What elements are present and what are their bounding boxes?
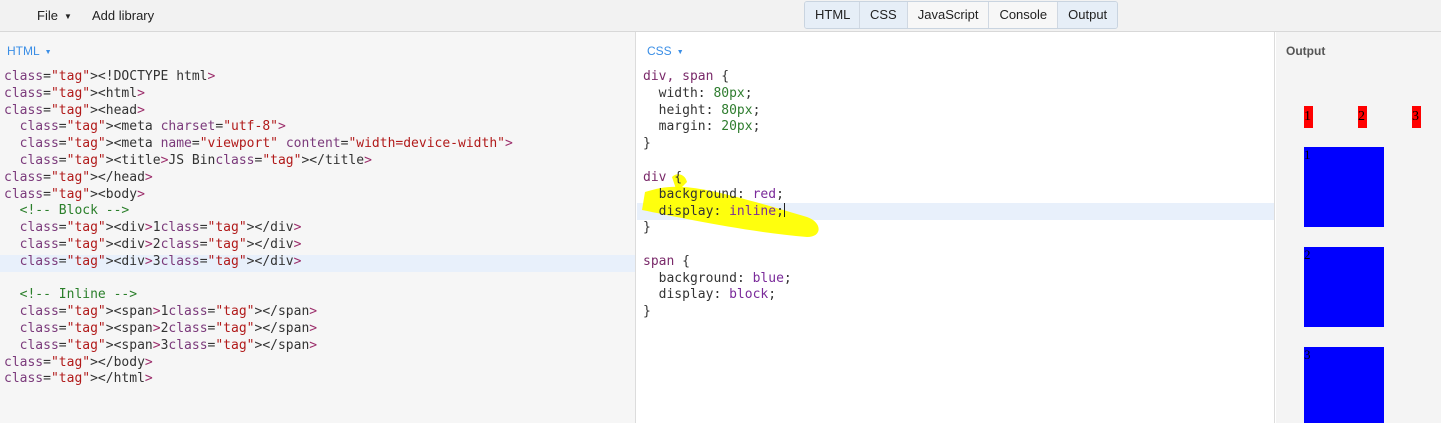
code-line: class="tag"></html> xyxy=(4,371,153,387)
caret-down-icon: ▼ xyxy=(44,49,52,56)
code-line: class="tag"><span>2class="tag"></span> xyxy=(19,320,318,336)
caret-down-icon: ▼ xyxy=(63,12,72,21)
tab-html[interactable]: HTML xyxy=(805,2,860,28)
output-panel: Output 1 2 3 1 2 3 xyxy=(1276,32,1441,423)
code-line: class="tag"><div>2class="tag"></div> xyxy=(19,236,302,252)
code-line: class="tag"><meta name="viewport" conten… xyxy=(19,136,513,152)
top-toolbar: File ▼ Add library HTML CSS JavaScript Co… xyxy=(0,0,1441,32)
code-line: background: blue; xyxy=(658,270,792,286)
code-line: span { xyxy=(643,253,690,269)
code-line: } xyxy=(643,136,651,152)
code-line: width: 80px; xyxy=(658,85,753,101)
code-line: background: red; xyxy=(658,186,784,202)
code-line: margin: 20px; xyxy=(658,119,761,135)
code-line: class="tag"><div>3class="tag"></div> xyxy=(19,253,302,269)
html-panel: HTML ▼ class="tag"><!DOCTYPE html> class="… xyxy=(0,32,636,423)
code-line: div { xyxy=(643,169,683,185)
code-line: height: 80px; xyxy=(658,102,761,118)
code-line: class="tag"><div>1class="tag"></div> xyxy=(19,220,302,236)
file-menu-label: File xyxy=(37,8,58,23)
tab-console[interactable]: Console xyxy=(989,2,1059,28)
code-line: class="tag"><!DOCTYPE html> xyxy=(4,69,216,84)
code-line: <!-- Inline --> xyxy=(19,287,138,303)
css-panel: CSS ▼ div, span { width: 80px; height: 80… xyxy=(637,32,1275,423)
add-library-button[interactable]: Add library xyxy=(92,0,154,31)
css-panel-title[interactable]: CSS ▼ xyxy=(647,44,684,58)
code-line: class="tag"><span>3class="tag"></span> xyxy=(19,337,318,353)
code-line: } xyxy=(643,304,651,320)
code-line: class="tag"><title>JS Binclass="tag"></t… xyxy=(19,152,372,168)
tab-css[interactable]: CSS xyxy=(860,2,908,28)
output-block-span: 1 xyxy=(1304,147,1384,227)
html-editor[interactable]: class="tag"><!DOCTYPE html> class="tag"><… xyxy=(4,69,513,388)
output-block-span: 2 xyxy=(1304,247,1384,327)
html-panel-title[interactable]: HTML ▼ xyxy=(7,44,52,58)
code-line: <!-- Block --> xyxy=(19,203,130,219)
code-line: class="tag"><html> xyxy=(4,85,145,101)
code-line: class="tag"><meta charset="utf-8"> xyxy=(19,119,286,135)
code-line: class="tag"></head> xyxy=(4,169,153,185)
output-panel-title: Output xyxy=(1286,44,1326,58)
code-line: } xyxy=(643,220,651,236)
code-line: class="tag"><body> xyxy=(4,186,145,202)
html-panel-label: HTML xyxy=(7,44,40,58)
file-menu[interactable]: File ▼ xyxy=(37,0,72,31)
output-inline-div: 3 xyxy=(1412,106,1421,128)
code-line: display: inline; xyxy=(658,203,785,220)
tab-output[interactable]: Output xyxy=(1058,2,1118,28)
code-line: class="tag"></body> xyxy=(4,354,153,370)
code-line: class="tag"><head> xyxy=(4,102,145,118)
output-canvas: 1 2 3 1 2 3 xyxy=(1276,72,1441,423)
code-line: class="tag"><span>1class="tag"></span> xyxy=(19,304,318,320)
caret-down-icon: ▼ xyxy=(676,49,684,56)
code-line: div, span { xyxy=(643,69,730,84)
output-block-span: 3 xyxy=(1304,347,1384,423)
code-line: display: block; xyxy=(658,287,777,303)
output-inline-div: 1 xyxy=(1304,106,1313,128)
tab-javascript[interactable]: JavaScript xyxy=(907,2,990,28)
css-editor[interactable]: div, span { width: 80px; height: 80px; m… xyxy=(643,69,792,321)
output-inline-div: 2 xyxy=(1358,106,1367,128)
panel-toggle-group: HTML CSS JavaScript Console Output xyxy=(804,1,1119,29)
css-panel-label: CSS xyxy=(647,44,672,58)
